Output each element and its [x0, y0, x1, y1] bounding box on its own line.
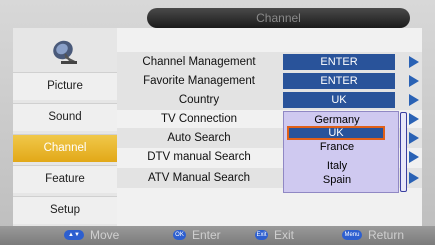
menu-title: Channel [256, 11, 301, 25]
up-down-key-icon: ▲▼ [64, 230, 84, 240]
menu-row-label: TV Connection [160, 113, 238, 125]
menu-key-icon: Menu [342, 230, 362, 240]
dropdown-scrollbar[interactable] [400, 112, 407, 192]
exit-key-icon: Exit [255, 230, 268, 240]
arrow-right-icon[interactable] [409, 172, 419, 184]
arrow-right-icon[interactable] [409, 94, 419, 106]
country-option[interactable]: Germany [284, 114, 390, 126]
menu-row-label: Country [178, 94, 220, 106]
country-dropdown[interactable]: Germany UK France Italy Spain [283, 111, 399, 193]
menu-row-label: Favorite Management [143, 75, 255, 87]
menu-row-label: DTV manual Search [147, 151, 251, 163]
tv-menu-screen: Channel Picture Sound Channel Feature Se… [0, 0, 435, 245]
country-option[interactable]: Spain [284, 174, 390, 186]
menu-row-label: Channel Management [142, 56, 256, 68]
menu-row-label: Auto Search [167, 132, 231, 144]
hint-enter: Enter [192, 228, 221, 242]
country-value[interactable]: UK [283, 92, 395, 108]
hint-move: Move [90, 228, 120, 242]
sidebar: Picture Sound Channel Feature Setup [13, 28, 117, 227]
hint-exit: Exit [274, 228, 295, 242]
sidebar-item-picture[interactable]: Picture [13, 72, 117, 100]
sidebar-item-feature[interactable]: Feature [13, 165, 117, 193]
enter-button[interactable]: ENTER [283, 54, 395, 70]
menu-row-country[interactable]: Country UK [117, 90, 422, 110]
hint-return: Return [368, 228, 405, 242]
country-option-selected[interactable]: UK [287, 126, 385, 140]
menu-title-bar: Channel [147, 8, 410, 28]
menu-row-label: ATV Manual Search [147, 172, 251, 184]
arrow-right-icon[interactable] [409, 113, 419, 125]
country-option[interactable]: Italy [284, 160, 390, 172]
arrow-right-icon[interactable] [409, 151, 419, 163]
enter-button[interactable]: ENTER [283, 73, 395, 89]
arrow-right-icon[interactable] [409, 75, 419, 87]
country-option[interactable]: France [284, 141, 390, 153]
sidebar-item-channel[interactable]: Channel [13, 134, 117, 162]
menu-row-channel-management[interactable]: Channel Management ENTER [117, 52, 422, 72]
arrow-right-icon[interactable] [409, 132, 419, 144]
satellite-dish-icon [13, 30, 117, 68]
ok-key-icon: OK [173, 230, 186, 240]
arrow-right-icon[interactable] [409, 56, 419, 68]
sidebar-item-setup[interactable]: Setup [13, 196, 117, 224]
channel-settings-panel: Channel Management ENTER Favorite Manage… [117, 28, 422, 227]
sidebar-item-sound[interactable]: Sound [13, 103, 117, 131]
footer-hint-bar: ▲▼ Move OK Enter Exit Exit Menu Return [0, 226, 435, 245]
menu-row-favorite-management[interactable]: Favorite Management ENTER [117, 71, 422, 91]
